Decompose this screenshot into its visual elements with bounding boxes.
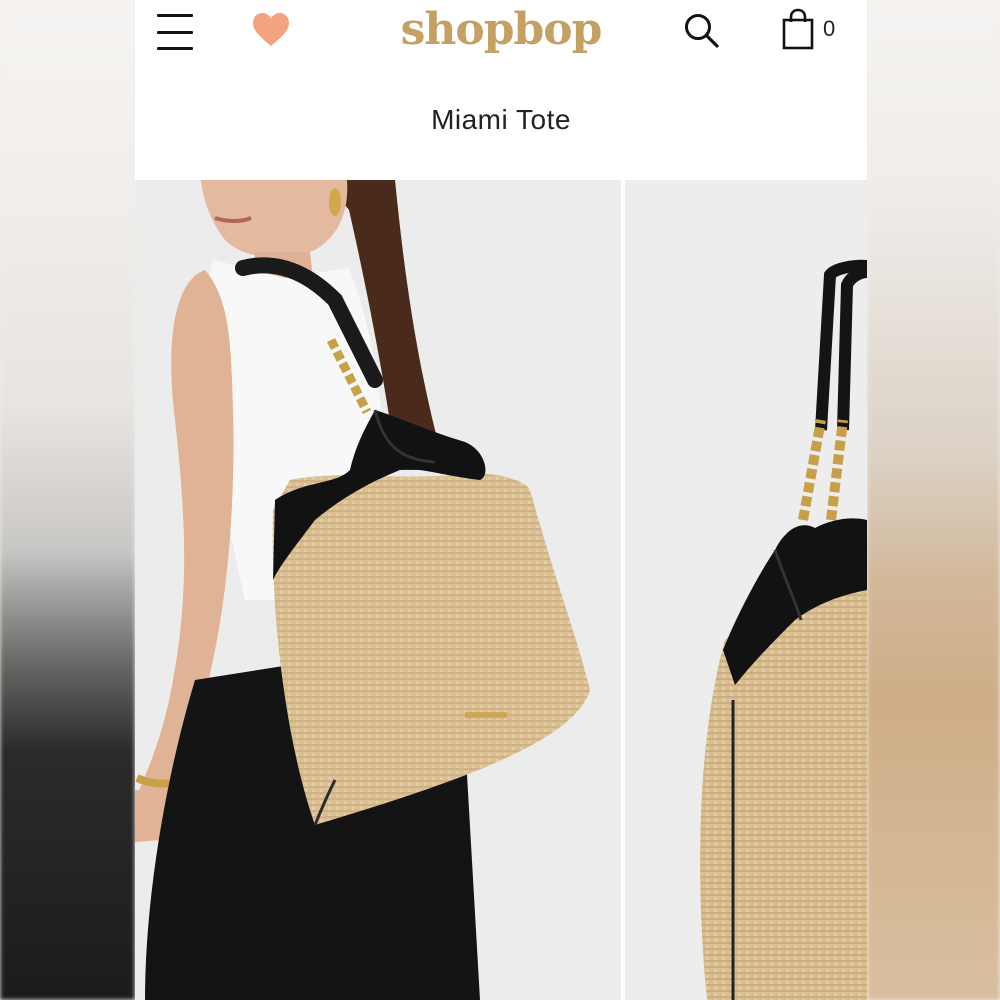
phone-screen: shopbop 0 Miami Tote	[135, 0, 867, 1000]
product-image-detail[interactable]	[625, 180, 867, 1000]
cart-count: 0	[823, 16, 836, 41]
product-title: Miami Tote	[431, 104, 571, 135]
backdrop-left	[0, 0, 135, 1000]
shopbop-logo[interactable]: shopbop	[135, 0, 867, 60]
search-icon[interactable]	[683, 12, 721, 50]
backdrop-right	[867, 0, 1000, 1000]
shopping-bag-icon[interactable]	[781, 8, 815, 50]
site-header: shopbop 0 Miami Tote	[135, 0, 867, 180]
product-gallery	[135, 180, 867, 1000]
product-image-model[interactable]	[135, 180, 621, 1000]
